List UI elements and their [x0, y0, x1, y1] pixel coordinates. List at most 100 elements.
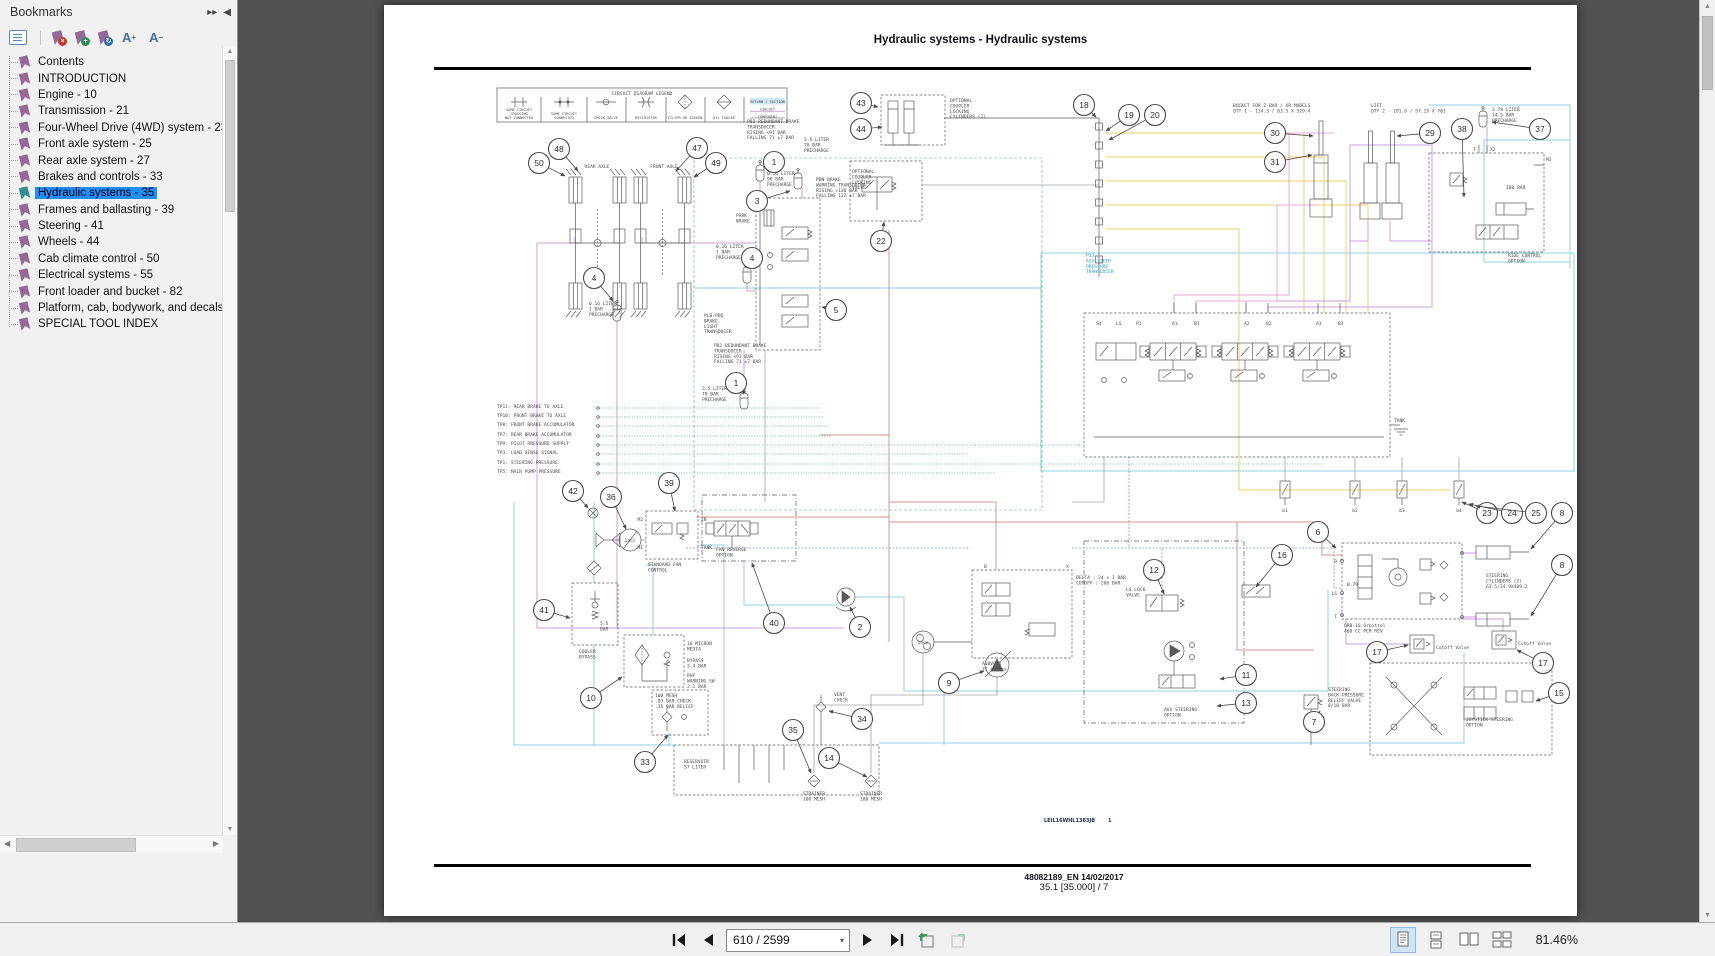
svg-text:S4: S4: [1096, 321, 1102, 327]
bookmark-item[interactable]: Front loader and bucket - 82: [0, 283, 237, 299]
bookmark-item[interactable]: Brakes and controls - 33: [0, 169, 237, 185]
page-number-box: ▾: [726, 929, 850, 952]
tree-connector: [9, 111, 18, 112]
bookmark-options-icon[interactable]: [9, 30, 27, 45]
sidebar-vertical-scrollbar[interactable]: ▲ ▼: [222, 46, 237, 835]
viewer-vertical-scrollbar[interactable]: ▲ ▼: [1699, 0, 1715, 922]
svg-text:48: 48: [554, 144, 564, 154]
sidebar-hscroll-thumb[interactable]: [16, 838, 136, 852]
delete-bookmark-icon[interactable]: ×: [53, 31, 63, 44]
viewer-vscroll-thumb[interactable]: [1702, 16, 1713, 90]
svg-text:20: 20: [1150, 110, 1160, 120]
bookmarks-toolbar: × + ↻ A+ A−: [0, 24, 237, 51]
two-page-scroll-view-icon[interactable]: [1489, 927, 1515, 953]
svg-text:5: 5: [834, 305, 839, 315]
svg-text:STRAINER100 MESH: STRAINER100 MESH: [803, 791, 825, 802]
bookmark-label: INTRODUCTION: [35, 73, 129, 85]
svg-text:25: 25: [1531, 508, 1541, 518]
callout-47: 47: [676, 138, 708, 172]
bookmark-item[interactable]: Four-Wheel Drive (4WD) system - 23: [0, 120, 237, 136]
next-view-icon[interactable]: [946, 929, 970, 951]
svg-text:0.16 LITER96 BARPRECHARGE: 0.16 LITER96 BARPRECHARGE: [767, 171, 795, 188]
tree-connector: [9, 94, 18, 95]
svg-text:8: 8: [1560, 560, 1565, 570]
increase-text-size-icon[interactable]: A+: [122, 30, 136, 45]
svg-text:COMPONENT: COMPONENT: [758, 115, 778, 119]
two-page-view-icon[interactable]: [1456, 927, 1482, 953]
svg-text:FILTER OR SCREEN: FILTER OR SCREEN: [668, 116, 703, 120]
previous-page-icon[interactable]: [697, 929, 719, 951]
bookmark-item[interactable]: Rear axle system - 27: [0, 152, 237, 168]
svg-text:OPTIONALCOUPLERLOCKINGVALVE: OPTIONALCOUPLERLOCKINGVALVE: [852, 169, 874, 191]
callout-17: 17: [1517, 650, 1554, 674]
previous-view-icon[interactable]: [915, 929, 939, 951]
bookmark-label: Frames and ballasting - 39: [35, 204, 177, 216]
svg-text:50: 50: [534, 158, 544, 168]
svg-text:3: 3: [755, 196, 760, 206]
svg-text:PB1 REDUNDANT BRAKETRANSDUCERR: PB1 REDUNDANT BRAKETRANSDUCERRISING <91 …: [714, 343, 767, 365]
bookmark-item[interactable]: SPECIAL TOOL INDEX: [0, 316, 237, 332]
collapse-panel-icon[interactable]: ◀: [223, 7, 231, 18]
bookmark-item[interactable]: Transmission - 21: [0, 103, 237, 119]
svg-text:42: 42: [568, 486, 578, 496]
svg-text:29: 29: [1425, 128, 1435, 138]
tree-connector: [9, 324, 18, 325]
last-page-icon[interactable]: [886, 929, 908, 951]
expand-options-icon[interactable]: ▸▸: [207, 7, 217, 18]
svg-text:31: 31: [1270, 157, 1280, 167]
bookmark-item[interactable]: Platform, cab, bodywork, and decals -: [0, 300, 237, 316]
bookmark-icon: [19, 285, 31, 299]
sidebar-horizontal-scrollbar[interactable]: ◀ ▶: [0, 835, 223, 853]
page-number-input[interactable]: [727, 933, 835, 947]
svg-text:BYPASS3.4 BAR: BYPASS3.4 BAR: [687, 658, 707, 669]
svg-text:19: 19: [1124, 110, 1134, 120]
bookmark-item[interactable]: Frames and ballasting - 39: [0, 202, 237, 218]
callout-39: 39: [659, 473, 680, 512]
bookmark-icon: [19, 252, 31, 266]
zoom-level: 81.46%: [1536, 933, 1578, 947]
bookmark-icon: [19, 203, 31, 217]
bookmark-navigate-icon[interactable]: ↻: [99, 31, 109, 44]
svg-text:TP11: REAR BRAKE TO AXLE: TP11: REAR BRAKE TO AXLE: [497, 404, 564, 410]
tree-connector: [9, 226, 18, 227]
svg-text:STRAINER100 MESH: STRAINER100 MESH: [860, 791, 882, 802]
status-bar: ▾: [0, 922, 1715, 956]
svg-text:Cutoff Valve: Cutoff Valve: [1518, 641, 1551, 647]
bookmark-item[interactable]: Cab climate control - 50: [0, 251, 237, 267]
bookmark-item[interactable]: INTRODUCTION: [0, 70, 237, 86]
svg-text:1: 1: [772, 157, 777, 167]
svg-text:12: 12: [1149, 565, 1159, 575]
bookmark-item[interactable]: Wheels - 44: [0, 234, 237, 250]
first-page-icon[interactable]: [668, 929, 690, 951]
single-page-view-icon[interactable]: [1390, 927, 1416, 953]
svg-text:23: 23: [1482, 508, 1492, 518]
bookmark-label: Front loader and bucket - 82: [35, 286, 185, 298]
new-bookmark-icon[interactable]: +: [76, 31, 86, 44]
svg-text:b4: b4: [1456, 508, 1462, 514]
svg-text:DELTA : 24 ± 1 BARCUTOFF : 280: DELTA : 24 ± 1 BARCUTOFF : 280 BAR: [1076, 575, 1126, 586]
decrease-text-size-icon[interactable]: A−: [149, 30, 163, 45]
bookmark-item[interactable]: Front axle system - 25: [0, 136, 237, 152]
tree-connector: [9, 258, 18, 259]
sidebar-vscroll-thumb[interactable]: [225, 60, 235, 212]
svg-text:TP5: MAIN PUMP PRESSURE: TP5: MAIN PUMP PRESSURE: [497, 469, 561, 475]
svg-text:PB2 REDUNDANT BRAKETRANSDUCERR: PB2 REDUNDANT BRAKETRANSDUCERRISING <91 …: [747, 119, 800, 141]
callout-7: 7: [1304, 711, 1325, 733]
bookmark-item[interactable]: Engine - 10: [0, 87, 237, 103]
continuous-scroll-view-icon[interactable]: [1423, 927, 1449, 953]
next-page-icon[interactable]: [857, 929, 879, 951]
bookmark-item[interactable]: Electrical systems - 55: [0, 267, 237, 283]
callout-3: 3: [747, 191, 791, 212]
svg-text:M3: M3: [1546, 157, 1552, 163]
page-dropdown-icon[interactable]: ▾: [835, 936, 849, 945]
svg-text:17: 17: [1372, 647, 1382, 657]
bookmark-item[interactable]: Hydraulic systems - 35: [0, 185, 237, 201]
svg-text:P1: P1: [1136, 321, 1142, 327]
bookmark-item[interactable]: Steering - 41: [0, 218, 237, 234]
svg-text:40: 40: [769, 618, 779, 628]
bookmark-item[interactable]: Contents: [0, 54, 237, 70]
svg-text:33: 33: [640, 757, 650, 767]
svg-text:39: 39: [664, 478, 674, 488]
toolbar-separator: [40, 31, 41, 45]
svg-text:RESTRICTOR: RESTRICTOR: [635, 116, 657, 120]
